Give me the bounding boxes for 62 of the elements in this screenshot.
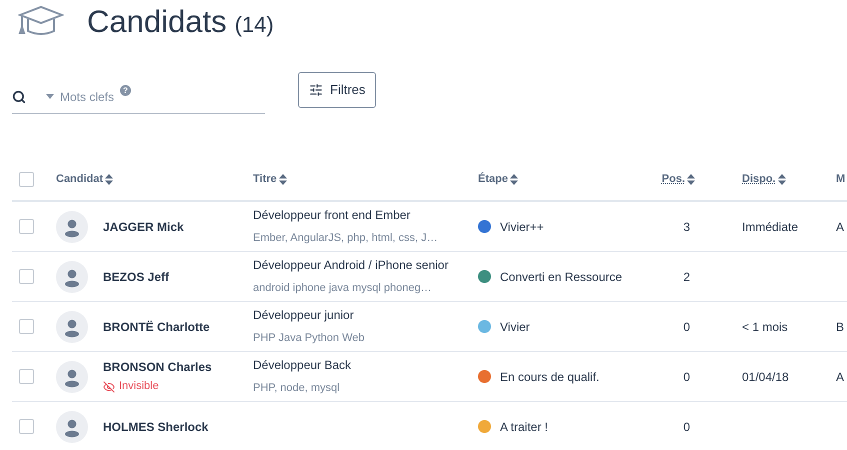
job-title: Développeur Back — [253, 357, 352, 374]
column-header[interactable]: Pos. — [662, 170, 685, 188]
caret-icon — [46, 94, 54, 99]
job-title: Développeur Android / iPhone senior — [253, 257, 450, 274]
candidate-name[interactable]: HOLMES Sherlock — [103, 418, 208, 436]
availability: 01/04/18 — [742, 370, 789, 384]
availability: < 1 mois — [742, 320, 788, 334]
position-count: 0 — [683, 418, 690, 436]
job-title: Développeur junior — [253, 307, 355, 324]
candidate-name[interactable]: JAGGER Mick — [103, 218, 184, 236]
sort-icon — [510, 174, 518, 184]
sort-icon — [278, 174, 287, 184]
stage-label: A traiter ! — [500, 418, 548, 436]
stage-label: En cours de qualif. — [500, 368, 600, 386]
table-cell: A — [836, 370, 844, 384]
stage-label: Vivier — [500, 318, 530, 336]
avatar-silhouette — [56, 210, 88, 242]
row-checkbox[interactable] — [19, 419, 34, 434]
invisible-label: Invisible — [119, 379, 159, 394]
candidate-name[interactable]: BEZOS Jeff — [103, 268, 170, 286]
column-header[interactable]: Dispo. — [742, 170, 776, 188]
search-icon — [12, 90, 26, 104]
row-checkbox[interactable] — [19, 319, 34, 334]
column-header[interactable]: Candidat — [56, 170, 104, 188]
sort-icon — [687, 174, 695, 184]
row-checkbox[interactable] — [19, 219, 34, 234]
filters-button[interactable]: Filtres — [298, 72, 376, 108]
table-cell: A — [836, 220, 844, 234]
hidden-eye-icon — [103, 380, 115, 392]
row-checkbox[interactable] — [19, 269, 34, 284]
help-icon[interactable]: ? — [120, 85, 131, 96]
search-field[interactable]: Mots clefs ? — [12, 80, 265, 114]
stage-label: Converti en Ressource — [500, 268, 622, 286]
skills-text: Ember, AngularJS, php, html, css, J… — [253, 231, 439, 246]
position-count: 0 — [683, 368, 690, 386]
column-header[interactable]: M — [836, 170, 846, 188]
avatar-silhouette — [56, 410, 88, 442]
row-checkbox[interactable] — [19, 369, 34, 384]
position-count: 2 — [683, 268, 690, 286]
row-checkbox[interactable] — [19, 172, 34, 186]
candidate-name[interactable]: BRONTË Charlotte — [103, 318, 210, 336]
table-cell: B — [836, 320, 844, 334]
candidate-count: (14) — [234, 10, 274, 39]
avatar-silhouette — [56, 310, 88, 342]
position-count: 0 — [683, 318, 690, 336]
column-header[interactable]: Titre — [253, 170, 277, 188]
stage-label: Vivier++ — [500, 218, 544, 236]
sort-icon — [105, 174, 114, 184]
avatar-silhouette — [56, 260, 88, 292]
column-header[interactable]: Étape — [478, 170, 508, 188]
job-title: Développeur front end Ember — [253, 207, 412, 224]
avatar-silhouette — [56, 360, 88, 392]
skills-text: PHP Java Python Web — [253, 331, 366, 346]
skills-text: android iphone java mysql phoneg… — [253, 281, 433, 296]
keywords-input[interactable]: Mots clefs — [60, 88, 120, 106]
skills-text: PHP, node, mysql — [253, 381, 341, 396]
sort-icon — [778, 174, 786, 184]
sliders-icon — [309, 83, 323, 97]
page-title: Candidats — [87, 2, 227, 41]
candidate-name[interactable]: BRONSON Charles — [103, 358, 212, 376]
position-count: 3 — [683, 218, 690, 236]
availability: Immédiate — [742, 220, 798, 234]
